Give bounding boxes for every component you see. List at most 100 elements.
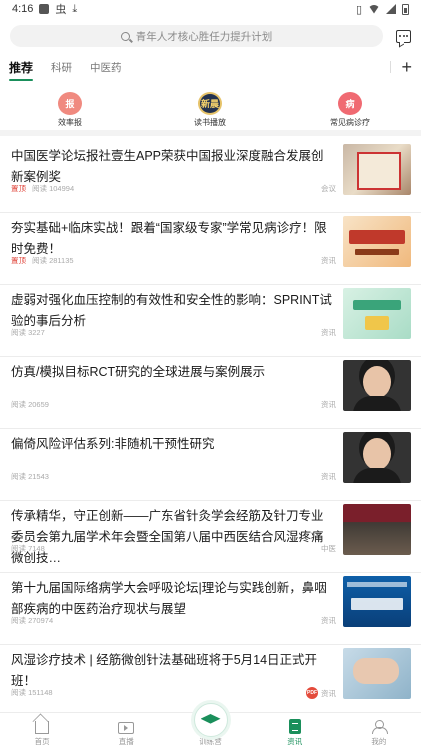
- news-category: 资讯: [321, 255, 336, 266]
- view-count: 阅读 281135: [32, 256, 74, 265]
- news-thumbnail: [343, 576, 411, 627]
- newspaper-icon: 报: [58, 92, 82, 115]
- news-item[interactable]: 仿真/模拟目标RCT研究的全球进展与案例展示 阅读 20659 资讯: [0, 357, 421, 429]
- view-count: 阅读 7148: [11, 544, 45, 553]
- view-count: 阅读 3227: [11, 328, 45, 337]
- news-item[interactable]: 中国医学论坛报社壹生APP荣获中国报业深度融合发展创新案例奖 置顶 阅读 104…: [0, 141, 421, 213]
- news-category: PDF 资讯: [306, 687, 336, 699]
- signal-icon: [386, 4, 396, 14]
- news-title: 虚弱对强化血压控制的有效性和安全性的影响：SPRINT试验的事后分析: [11, 293, 332, 328]
- download-icon: ⤓: [72, 2, 78, 15]
- pinned-tag: 置顶: [11, 256, 26, 265]
- news-thumbnail: [343, 144, 411, 195]
- quick-link-diagnosis[interactable]: 病 常见病诊疗: [280, 84, 420, 128]
- vibrate-icon: ▯: [355, 3, 362, 16]
- news-item[interactable]: 第十九届国际络病学大会呼吸论坛|理论与实践创新，鼻咽部疾病的中医药治疗现状与展望…: [0, 573, 421, 645]
- category-label: 资讯: [321, 400, 336, 409]
- category-label: 会议: [321, 184, 336, 193]
- search-placeholder: 青年人才核心胜任力提升计划: [135, 30, 273, 43]
- view-count: 阅读 21543: [11, 472, 49, 481]
- bottom-nav: 首页 直播 训练营 资讯 我的: [0, 703, 421, 750]
- nav-label: 我的: [371, 737, 387, 746]
- view-count: 阅读 104994: [32, 184, 75, 193]
- quick-link-label: 读书播放: [194, 118, 226, 127]
- graduation-cap-icon: [200, 714, 221, 724]
- news-title: 夯实基础+临床实战！跟着“国家级专家”学常见病诊疗！限时免费！: [11, 221, 327, 256]
- quick-link-label: 效率报: [58, 118, 82, 127]
- category-tabs: 推荐 科研 中医药 +: [0, 56, 421, 81]
- view-count: 阅读 151148: [11, 688, 53, 697]
- training-bubble: [193, 703, 228, 737]
- news-title: 第十九届国际络病学大会呼吸论坛|理论与实践创新，鼻咽部疾病的中医药治疗现状与展望: [11, 581, 327, 616]
- nav-label: 首页: [34, 737, 50, 746]
- reading-badge-icon: 新晨: [198, 92, 222, 115]
- quick-link-reading[interactable]: 新晨 读书播放: [140, 84, 280, 128]
- category-label: 资讯: [321, 472, 336, 481]
- news-item[interactable]: 偏倚风险评估系列:非随机干预性研究 阅读 21543 资讯: [0, 429, 421, 501]
- news-item[interactable]: 传承精华，守正创新——广东省针灸学会经筋及针刀专业委员会第九届学术年会暨全国第八…: [0, 501, 421, 573]
- nav-news[interactable]: 资讯: [253, 713, 337, 750]
- battery-icon: [402, 3, 409, 15]
- news-meta: 阅读 151148: [11, 687, 53, 698]
- news-meta: 阅读 3227: [11, 327, 45, 338]
- tab-recommend[interactable]: 推荐: [9, 59, 34, 81]
- category-label: 中医: [321, 544, 336, 553]
- nav-me[interactable]: 我的: [337, 713, 421, 750]
- news-thumbnail: [343, 360, 411, 411]
- pdf-icon: PDF: [306, 687, 318, 699]
- nav-label: 训练营: [199, 737, 222, 746]
- view-count: 阅读 270974: [11, 616, 54, 625]
- user-icon: [371, 720, 388, 734]
- news-meta: 置顶 阅读 104994: [11, 183, 74, 194]
- news-thumbnail: [343, 648, 411, 699]
- news-category: 资讯: [321, 327, 336, 338]
- news-thumbnail: [343, 216, 411, 267]
- quick-links: 报 效率报 新晨 读书播放 病 常见病诊疗: [0, 84, 421, 128]
- pinned-tag: 置顶: [11, 184, 26, 193]
- nav-label: 直播: [118, 737, 134, 746]
- home-icon: [35, 721, 50, 734]
- document-icon: [288, 719, 301, 734]
- live-icon: [118, 722, 135, 734]
- nav-live[interactable]: 直播: [84, 713, 168, 750]
- wifi-icon: [368, 4, 380, 14]
- news-meta: 阅读 7148: [11, 543, 45, 554]
- quick-link-efficiency[interactable]: 报 效率报: [0, 84, 140, 128]
- news-category: 资讯: [321, 615, 336, 626]
- news-title: 仿真/模拟目标RCT研究的全球进展与案例展示: [11, 365, 266, 379]
- news-title: 传承精华，守正创新——广东省针灸学会经筋及针刀专业委员会第九届学术年会暨全国第八…: [11, 509, 324, 565]
- news-meta: 置顶 阅读 281135: [11, 255, 74, 266]
- search-input[interactable]: 青年人才核心胜任力提升计划: [10, 25, 383, 47]
- news-thumbnail: [343, 504, 411, 555]
- nav-label: 资讯: [287, 737, 303, 746]
- category-label: 资讯: [321, 616, 336, 625]
- section-divider: [0, 130, 421, 136]
- category-label: 资讯: [321, 328, 336, 337]
- tab-tcm[interactable]: 中医药: [90, 60, 122, 75]
- tab-divider: [390, 61, 392, 73]
- news-category: 资讯: [321, 471, 336, 482]
- category-label: 资讯: [321, 256, 336, 265]
- news-item[interactable]: 夯实基础+临床实战！跟着“国家级专家”学常见病诊疗！限时免费！ 置顶 阅读 28…: [0, 213, 421, 285]
- news-title: 中国医学论坛报社壹生APP荣获中国报业深度融合发展创新案例奖: [11, 149, 324, 184]
- message-icon[interactable]: [396, 29, 411, 43]
- news-title: 偏倚风险评估系列:非随机干预性研究: [11, 437, 215, 451]
- search-icon: [120, 31, 130, 41]
- tab-research[interactable]: 科研: [51, 60, 72, 75]
- view-count: 阅读 20659: [11, 400, 49, 409]
- diagnosis-icon: 病: [338, 92, 362, 115]
- nav-training-camp[interactable]: 训练营: [168, 703, 252, 750]
- status-bar: 4:16 虫 ⤓ ▯: [0, 0, 421, 18]
- news-thumbnail: [343, 432, 411, 483]
- news-meta: 阅读 20659: [11, 399, 49, 410]
- news-meta: 阅读 270974: [11, 615, 53, 626]
- news-item[interactable]: 虚弱对强化血压控制的有效性和安全性的影响：SPRINT试验的事后分析 阅读 32…: [0, 285, 421, 357]
- news-category: 中医: [321, 543, 336, 554]
- status-right: ▯: [356, 3, 409, 16]
- bug-notification-icon: 虫: [55, 4, 67, 16]
- news-category: 资讯: [321, 399, 336, 410]
- quick-link-label: 常见病诊疗: [330, 118, 370, 127]
- news-category: 会议: [321, 183, 336, 194]
- nav-home[interactable]: 首页: [0, 713, 84, 750]
- add-tab-icon[interactable]: +: [401, 58, 412, 76]
